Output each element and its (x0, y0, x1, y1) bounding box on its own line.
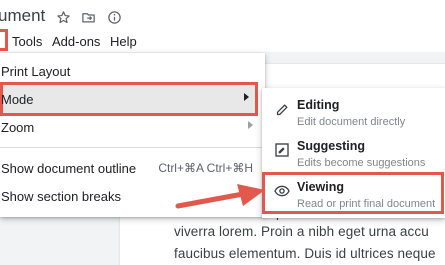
mode-option-editing[interactable]: Editing Edit document directly (262, 94, 445, 132)
menu-item-label: Show document outline (1, 161, 137, 176)
keyboard-shortcut: Ctrl+⌘A Ctrl+⌘H (158, 161, 253, 175)
menu-help[interactable]: Help (110, 34, 137, 49)
menu-item-print-layout[interactable]: Print Layout (0, 57, 265, 85)
menu-item-label: Print Layout (1, 64, 71, 79)
document-status-icon[interactable] (106, 9, 122, 25)
mode-option-description: Edits become suggestions (297, 157, 426, 169)
menu-bar: Tools Add-ons Help (0, 32, 445, 52)
title-bar: ument (0, 0, 445, 32)
mode-option-title: Editing (297, 98, 340, 112)
menu-item-label: Mode (1, 92, 34, 107)
view-menu-highlight-box (0, 29, 8, 51)
mode-option-description: Edit document directly (297, 116, 406, 128)
menu-divider (0, 147, 265, 148)
mode-option-title: Suggesting (297, 139, 366, 153)
document-title[interactable]: ument (0, 6, 45, 26)
menu-tools[interactable]: Tools (12, 34, 42, 49)
menu-item-zoom[interactable]: Zoom (0, 113, 265, 141)
mode-option-suggesting[interactable]: Suggesting Edits become suggestions (262, 135, 445, 173)
menu-item-label: Show section breaks (1, 189, 121, 204)
annotation-arrow-icon (175, 184, 265, 209)
menu-item-show-document-outline[interactable]: Show document outline Ctrl+⌘A Ctrl+⌘H (0, 154, 265, 182)
menu-item-label: Zoom (1, 120, 35, 135)
submenu-arrow-icon (244, 93, 249, 101)
document-line: faucibus elementum. Duis id ultrices neq… (174, 246, 436, 261)
pencil-icon (274, 101, 290, 117)
menu-addons[interactable]: Add-ons (52, 34, 100, 49)
suggest-edit-icon (274, 142, 290, 158)
move-to-folder-icon[interactable] (80, 9, 96, 25)
submenu-arrow-icon (248, 121, 253, 129)
viewing-highlight-box (262, 172, 444, 214)
document-line: viverra lorem. Proin a nibh eget urna ac… (174, 224, 429, 239)
star-icon[interactable] (55, 9, 71, 25)
menu-item-mode[interactable]: Mode (0, 85, 265, 113)
